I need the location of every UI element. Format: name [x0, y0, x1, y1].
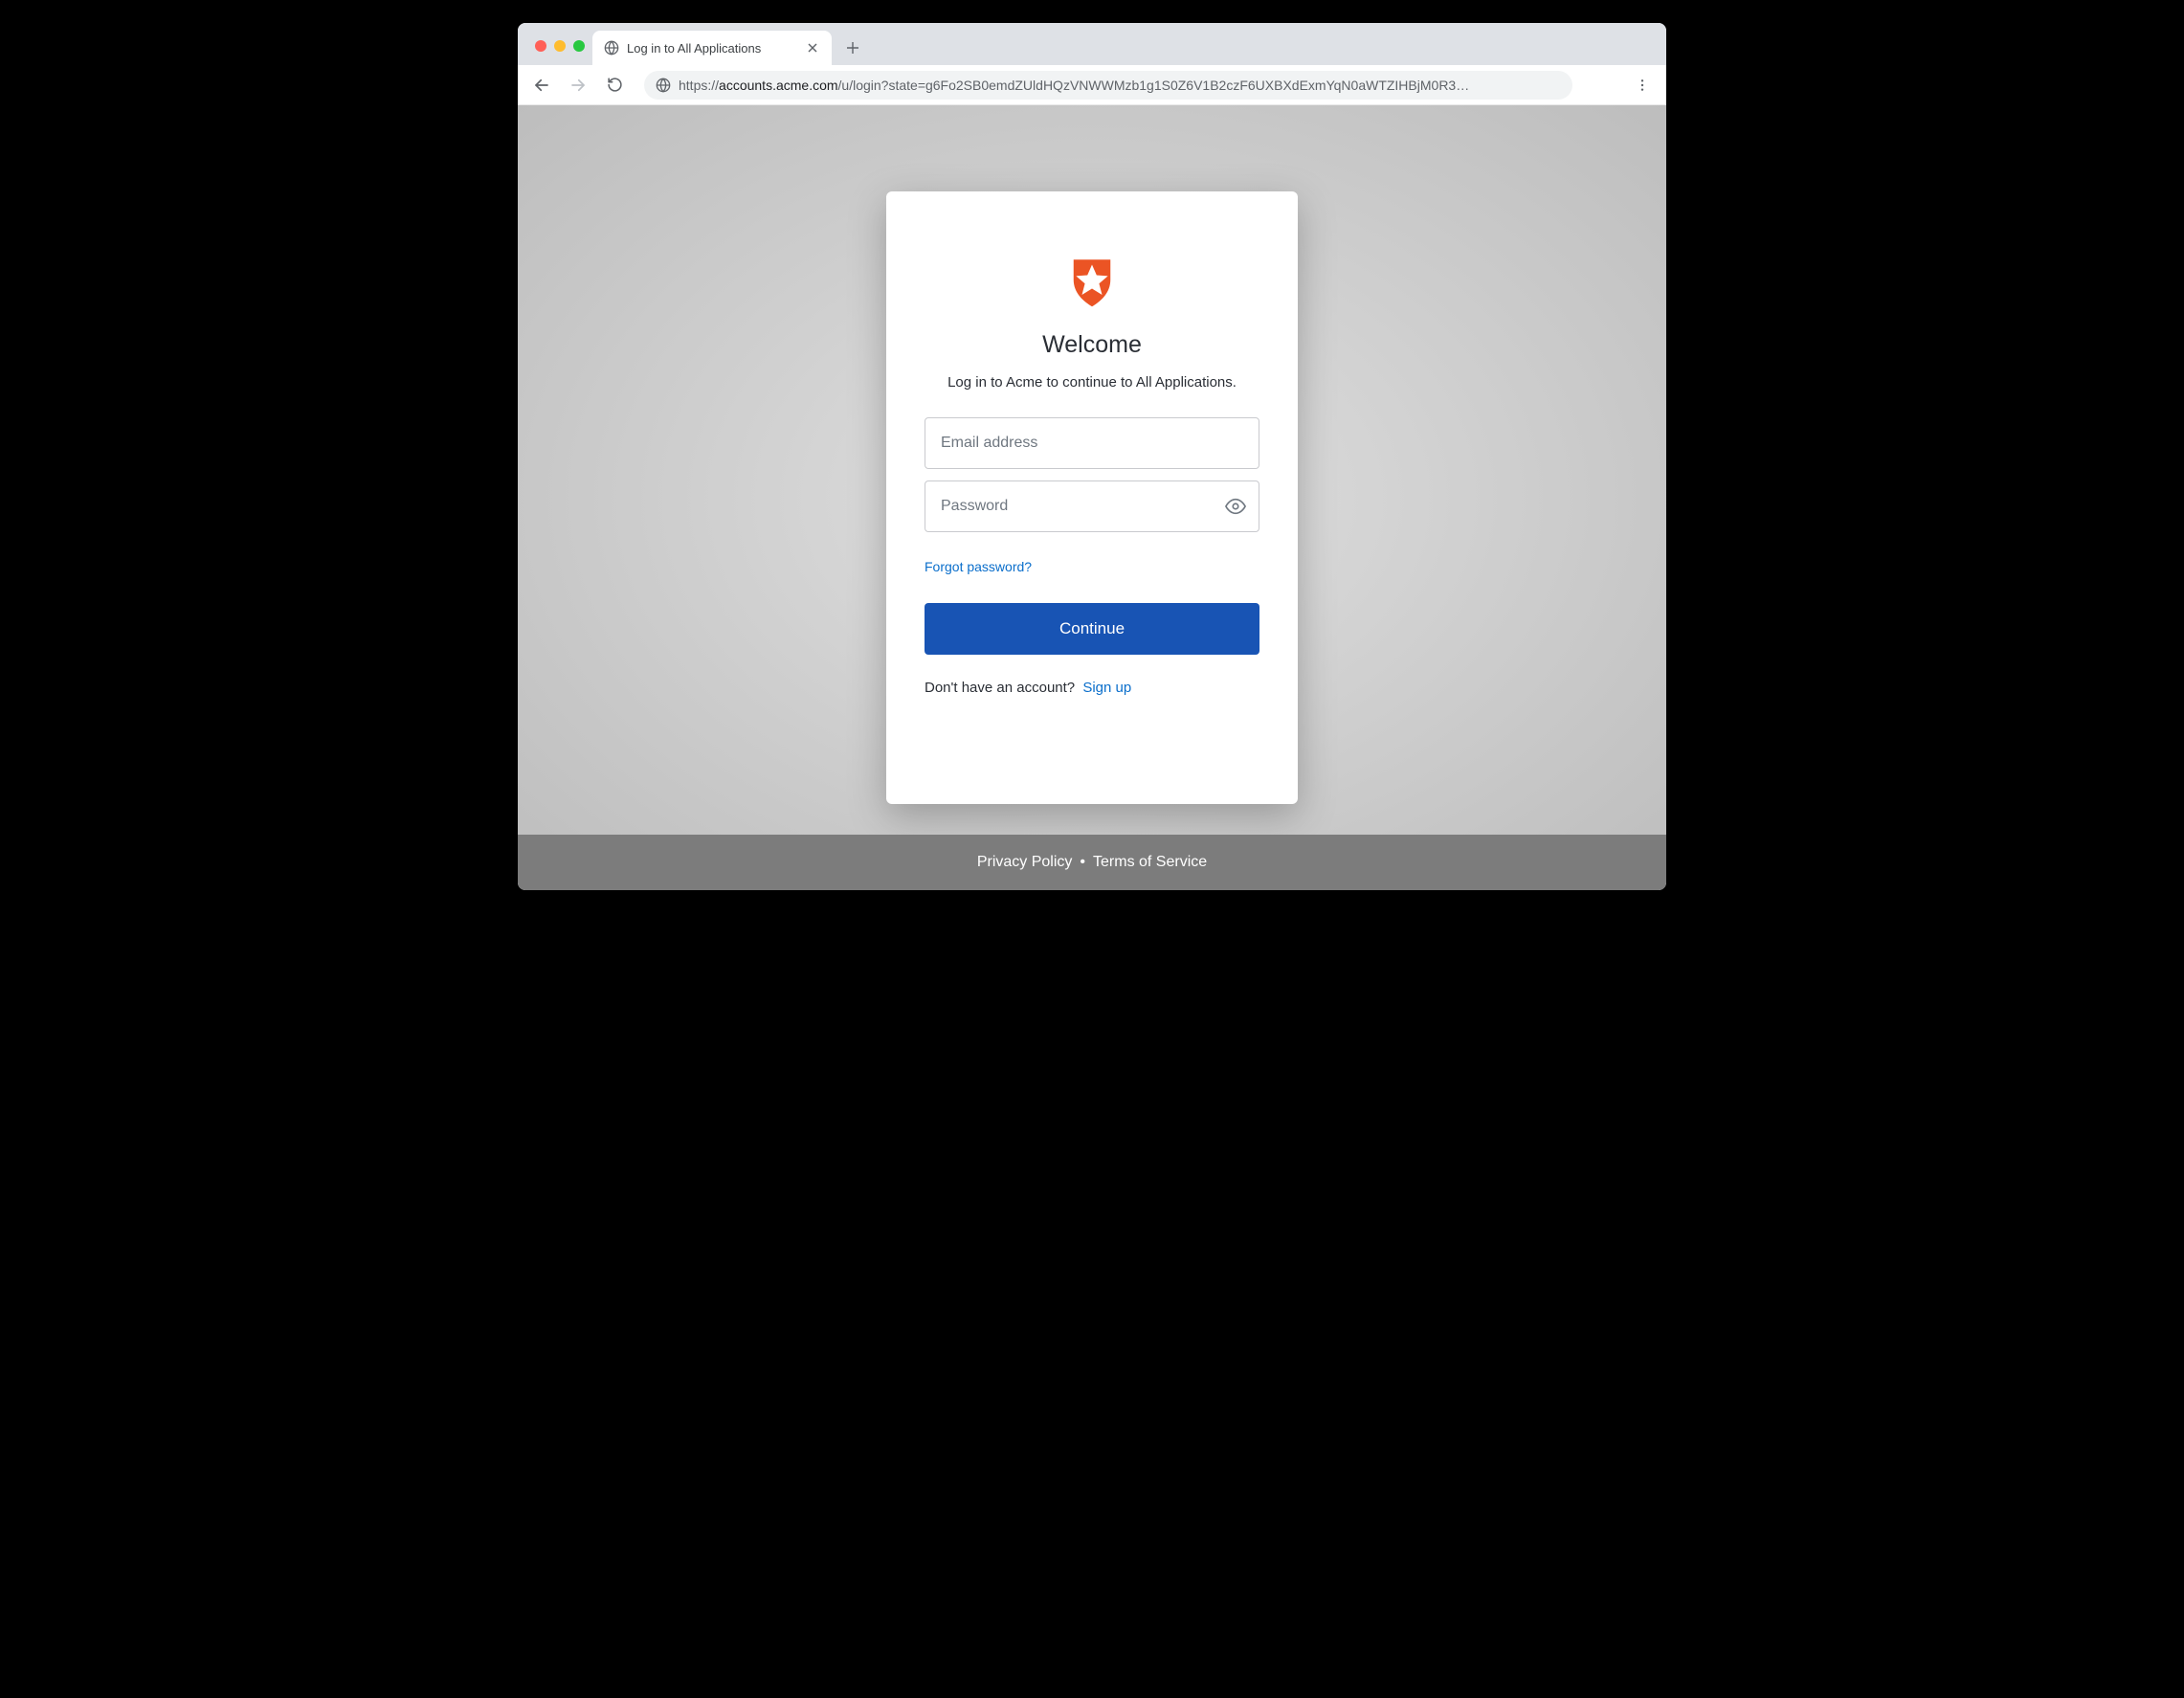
new-tab-button[interactable]	[839, 34, 866, 61]
browser-window: Log in to All Applications https://accou…	[518, 23, 1666, 890]
login-subtitle: Log in to Acme to continue to All Applic…	[947, 374, 1237, 391]
signup-link[interactable]: Sign up	[1082, 680, 1131, 696]
signup-row: Don't have an account? Sign up	[925, 680, 1131, 696]
address-bar[interactable]: https://accounts.acme.com/u/login?state=…	[644, 71, 1572, 100]
password-field[interactable]	[925, 480, 1259, 532]
tab-title: Log in to All Applications	[627, 41, 797, 56]
browser-menu-button[interactable]	[1628, 71, 1657, 100]
nav-bar: https://accounts.acme.com/u/login?state=…	[518, 65, 1666, 105]
window-maximize-button[interactable]	[573, 40, 585, 52]
login-form: Forgot password? Continue Don't have an …	[925, 417, 1259, 696]
show-password-icon[interactable]	[1225, 496, 1246, 522]
footer: Privacy Policy • Terms of Service	[518, 835, 1666, 890]
window-controls	[527, 40, 592, 65]
login-card: Welcome Log in to Acme to continue to Al…	[886, 191, 1298, 804]
reload-button[interactable]	[600, 71, 629, 100]
globe-icon	[604, 40, 619, 56]
tab-close-button[interactable]	[805, 40, 820, 56]
forgot-password-link[interactable]: Forgot password?	[925, 559, 1032, 574]
url-text: https://accounts.acme.com/u/login?state=…	[679, 78, 1561, 93]
forward-button[interactable]	[564, 71, 592, 100]
terms-of-service-link[interactable]: Terms of Service	[1093, 854, 1207, 871]
site-info-icon[interactable]	[656, 78, 671, 93]
footer-separator: •	[1080, 854, 1085, 871]
page-content: Welcome Log in to Acme to continue to Al…	[518, 105, 1666, 890]
browser-tab[interactable]: Log in to All Applications	[592, 31, 832, 65]
back-button[interactable]	[527, 71, 556, 100]
window-minimize-button[interactable]	[554, 40, 566, 52]
shield-star-logo-icon	[1065, 255, 1119, 308]
tab-strip: Log in to All Applications	[518, 23, 1666, 65]
email-field[interactable]	[925, 417, 1259, 469]
welcome-heading: Welcome	[1042, 331, 1142, 359]
privacy-policy-link[interactable]: Privacy Policy	[977, 854, 1073, 871]
signup-prompt: Don't have an account?	[925, 680, 1075, 696]
continue-button[interactable]: Continue	[925, 603, 1259, 655]
window-close-button[interactable]	[535, 40, 546, 52]
password-wrapper	[925, 480, 1259, 544]
